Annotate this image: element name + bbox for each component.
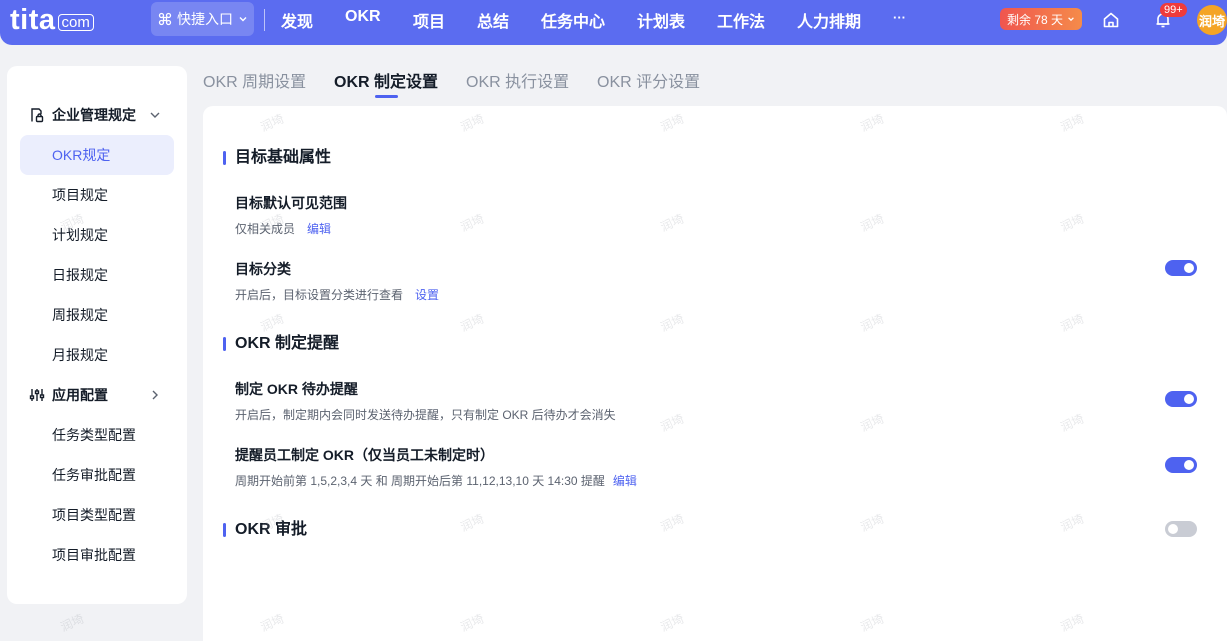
setting-desc-okr-todo-reminder: 开启后，制定期内会同时发送待办提醒，只有制定 OKR 后待办才会消失 <box>235 406 616 423</box>
section-title-okr-approval: OKR 审批 <box>223 520 307 540</box>
remind-desc-text: 周期开始前第 1,5,2,3,4 天 和 周期开始后第 11,12,13,10 … <box>235 474 605 488</box>
tita-logo[interactable]: tita com <box>10 4 94 36</box>
sidebar-item-monthly-report-rules[interactable]: 月报规定 <box>20 335 174 375</box>
sidebar-item-task-type-config[interactable]: 任务类型配置 <box>20 415 174 455</box>
sidebar-item-project-rules[interactable]: 项目规定 <box>20 175 174 215</box>
tab-okr-formulation-settings[interactable]: OKR 制定设置 <box>334 68 438 92</box>
nav-okr[interactable]: OKR <box>345 8 381 26</box>
sidebar-group-label: 企业管理规定 <box>52 107 136 123</box>
sidebar-item-task-approval-config[interactable]: 任务审批配置 <box>20 455 174 495</box>
command-icon <box>158 12 172 26</box>
category-desc-text: 开启后，目标设置分类进行查看 <box>235 288 404 302</box>
edit-visibility-link[interactable]: 编辑 <box>307 222 331 236</box>
nav-work-method[interactable]: 工作法 <box>717 8 765 32</box>
sidebar-item-daily-report-rules[interactable]: 日报规定 <box>20 255 174 295</box>
sidebar-group-app-config[interactable]: 应用配置 <box>29 385 108 405</box>
active-tab-indicator <box>375 95 398 98</box>
notification-count-badge: 99+ <box>1160 3 1187 17</box>
nav-project[interactable]: 项目 <box>413 8 445 32</box>
nav-summary[interactable]: 总结 <box>477 8 509 32</box>
sidebar-group-enterprise-rules[interactable]: 企业管理规定 <box>29 105 136 125</box>
chevron-down-icon <box>239 17 247 22</box>
sidebar-item-project-type-config[interactable]: 项目类型配置 <box>20 495 174 535</box>
todo-desc-text: 开启后，制定期内会同时发送待办提醒，只有制定 OKR 后待办才会消失 <box>235 408 616 422</box>
setting-title-okr-todo-reminder: 制定 OKR 待办提醒 <box>235 381 358 397</box>
sidebar-item-project-approval-config[interactable]: 项目审批配置 <box>20 535 174 575</box>
sidebar-item-okr-rules[interactable]: OKR规定 <box>20 135 174 175</box>
setting-desc-goal-category: 开启后，目标设置分类进行查看 设置 <box>235 286 439 303</box>
nav-discover[interactable]: 发现 <box>281 8 313 32</box>
edit-reminder-link[interactable]: 编辑 <box>613 474 637 488</box>
category-settings-link[interactable]: 设置 <box>415 288 439 302</box>
nav-plan-table[interactable]: 计划表 <box>637 8 685 32</box>
chevron-down-icon <box>1068 17 1074 22</box>
chevron-down-icon[interactable] <box>149 109 161 121</box>
chevron-right-icon[interactable] <box>149 389 161 401</box>
tab-okr-scoring-settings[interactable]: OKR 评分设置 <box>597 68 700 92</box>
quick-entry-label: 快捷入口 <box>177 11 233 27</box>
setting-desc-default-visibility: 仅相关成员 编辑 <box>235 220 331 237</box>
tab-okr-execution-settings[interactable]: OKR 执行设置 <box>466 68 569 92</box>
nav-divider <box>264 9 265 31</box>
nav-task-center[interactable]: 任务中心 <box>541 8 605 32</box>
settings-panel <box>203 106 1227 641</box>
top-navigation-bar: tita com 快捷入口 发现 OKR 项目 总结 任务中心 计划表 工作法 … <box>0 0 1227 45</box>
user-avatar[interactable]: 润埼 <box>1197 5 1227 35</box>
goal-category-toggle[interactable] <box>1165 260 1197 276</box>
settings-sidebar: 企业管理规定 OKR规定 项目规定 计划规定 日报规定 周报规定 月报规定 应用… <box>7 66 187 604</box>
sliders-icon <box>29 389 45 401</box>
trial-remaining-badge[interactable]: 剩余 78 天 <box>1000 8 1082 30</box>
section-title-goal-basics: 目标基础属性 <box>223 148 331 168</box>
quick-entry-button[interactable]: 快捷入口 <box>151 2 254 36</box>
tab-okr-cycle-settings[interactable]: OKR 周期设置 <box>203 68 306 92</box>
nav-hr-schedule[interactable]: 人力排期 <box>797 8 861 32</box>
document-lock-icon <box>31 108 44 123</box>
remind-employees-toggle[interactable] <box>1165 457 1197 473</box>
setting-title-remind-employees: 提醒员工制定 OKR（仅当员工未制定时） <box>235 447 494 463</box>
home-icon[interactable] <box>1102 11 1120 29</box>
visibility-value: 仅相关成员 <box>235 222 296 236</box>
watermark: 润埼 <box>58 611 87 635</box>
sidebar-item-plan-rules[interactable]: 计划规定 <box>20 215 174 255</box>
setting-title-goal-category: 目标分类 <box>235 261 291 277</box>
trial-text: 剩余 78 天 <box>1006 12 1064 27</box>
okr-approval-toggle[interactable] <box>1165 521 1197 537</box>
nav-more[interactable]: ··· <box>893 10 906 25</box>
okr-todo-reminder-toggle[interactable] <box>1165 391 1197 407</box>
section-title-okr-reminder: OKR 制定提醒 <box>223 334 339 354</box>
sidebar-group-label: 应用配置 <box>52 387 108 403</box>
sidebar-item-weekly-report-rules[interactable]: 周报规定 <box>20 295 174 335</box>
setting-title-default-visibility: 目标默认可见范围 <box>235 195 347 211</box>
setting-desc-remind-employees: 周期开始前第 1,5,2,3,4 天 和 周期开始后第 11,12,13,10 … <box>235 472 637 489</box>
logo-text: tita <box>10 4 56 36</box>
logo-suffix: com <box>57 14 94 31</box>
